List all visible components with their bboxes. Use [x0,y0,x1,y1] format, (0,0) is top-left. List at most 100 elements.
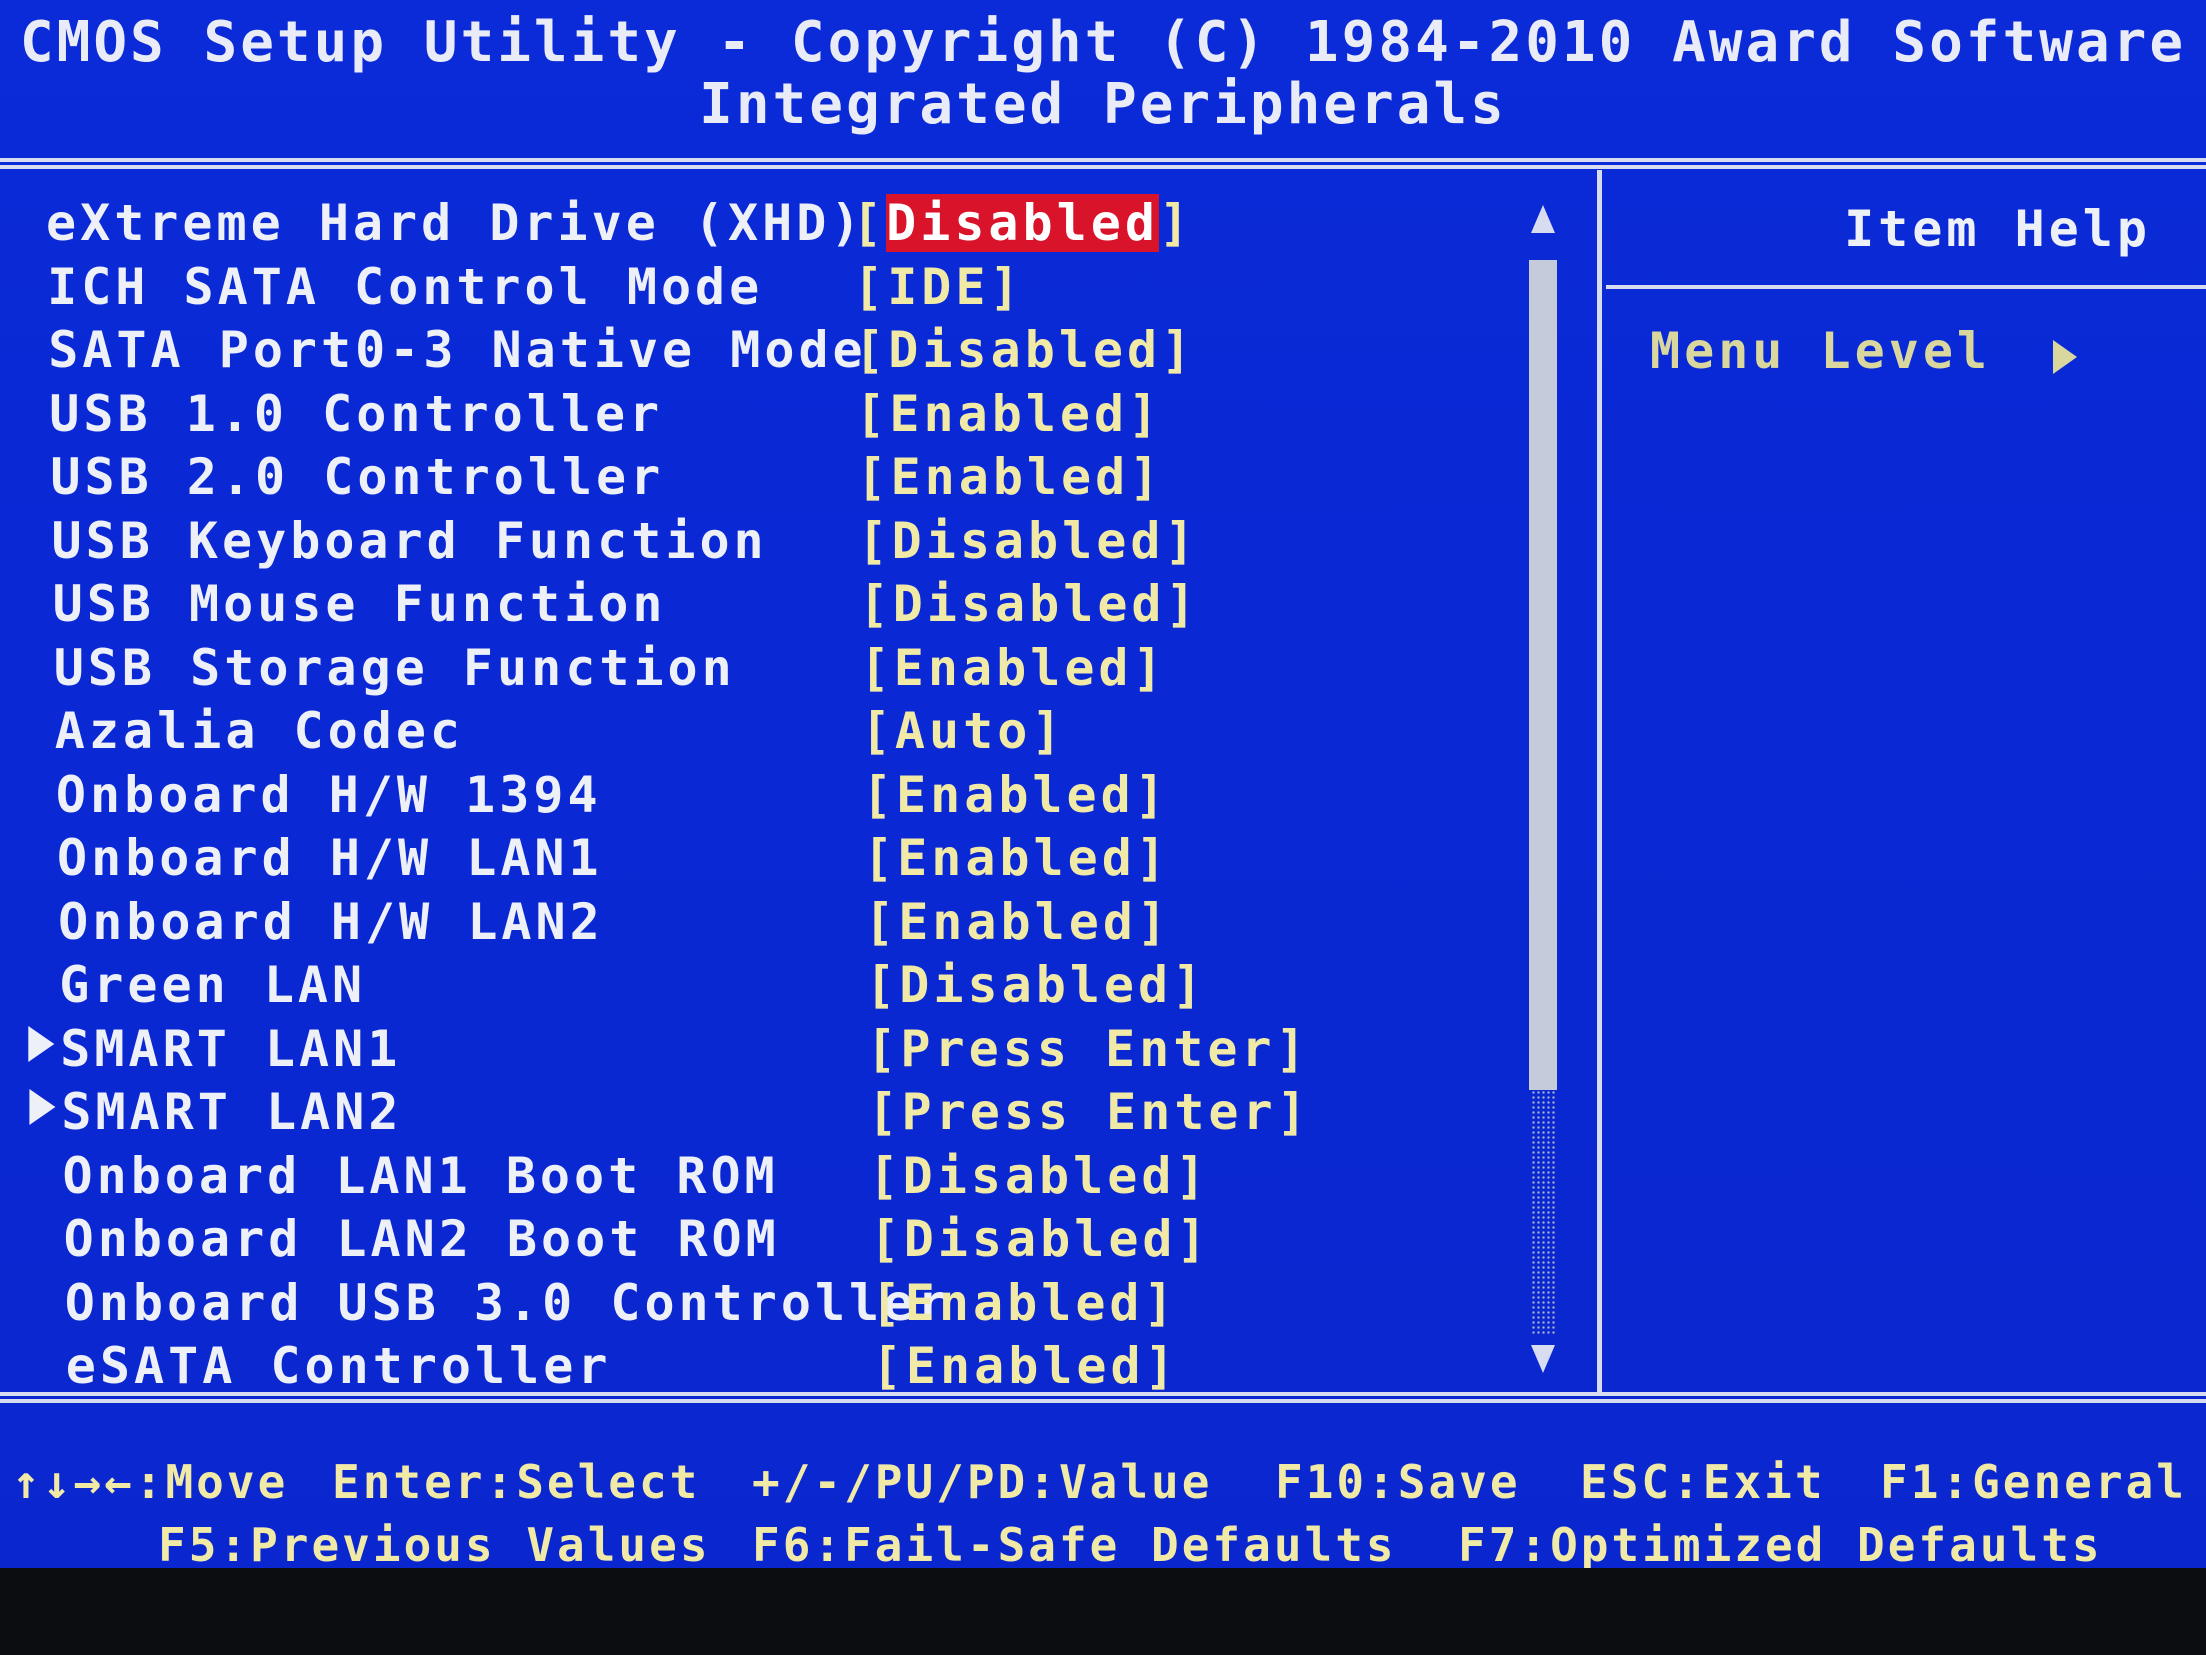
setting-label: USB 1.0 Controller [49,384,664,443]
setting-label: USB Storage Function [53,638,736,697]
setting-value[interactable]: [Enabled] [872,1337,1179,1395]
value-close-bracket: ] [1144,1337,1179,1395]
setting-value[interactable]: [Enabled] [864,893,1171,951]
setting-row[interactable]: Onboard LAN2 Boot ROM [Disabled] [18,1206,1578,1270]
setting-row[interactable]: Onboard USB 3.0 Controller [Enabled] [19,1270,1579,1334]
value-close-bracket: ] [1129,448,1164,506]
setting-value-text: Enabled [889,384,1129,443]
value-close-bracket: ] [1275,1019,1310,1078]
setting-value[interactable]: [Enabled] [856,448,1163,506]
setting-row[interactable]: USB 1.0 Controller [Enabled] [3,381,1563,445]
scroll-thumb[interactable] [1529,260,1557,1090]
setting-value[interactable]: [Enabled] [860,639,1167,697]
setting-value[interactable]: [Enabled] [863,829,1170,887]
setting-value[interactable]: [Disabled] [852,194,1193,252]
scroll-up-arrow-icon[interactable] [1531,205,1555,233]
setting-value[interactable]: [Press Enter] [867,1083,1310,1141]
submenu-arrow-icon [29,1089,56,1125]
key-action: Move [165,1455,289,1509]
setting-label: Onboard LAN2 Boot ROM [63,1210,780,1268]
setting-label: Onboard H/W LAN1 [57,829,603,887]
setting-row[interactable]: Onboard H/W LAN1 [Enabled] [11,825,1571,889]
setting-label: SATA Port0-3 Native Mode [48,321,867,379]
setting-label: Azalia Codec [54,702,465,760]
setting-row[interactable]: eSATA Controller [Enabled] [20,1333,1580,1397]
setting-row[interactable]: Green LAN [Disabled] [13,952,1573,1016]
key-hint: ESC:Exit [1580,1455,1826,1509]
setting-value-text: Press Enter [900,1019,1276,1078]
setting-row[interactable]: ICH SATA Control Mode [IDE] [1,254,1561,318]
setting-value-text: IDE [887,257,990,316]
setting-label: Onboard LAN1 Boot ROM [62,1146,779,1205]
right-triangle-icon [2053,340,2077,374]
setting-value-text: Enabled [897,829,1136,887]
scroll-track[interactable] [1531,1090,1555,1335]
setting-row[interactable]: Azalia Codec [Auto] [9,698,1569,762]
key-separator: : [1367,1455,1398,1509]
value-open-bracket: [ [861,765,897,824]
key-action: Fail-Safe Defaults [844,1518,1397,1568]
setting-label: SMART LAN1 [60,1019,402,1078]
key-hint: F7:Optimized Defaults [1458,1518,2103,1568]
key-action: Previous Values [250,1518,711,1568]
value-open-bracket: [ [854,321,889,379]
setting-value[interactable]: [Auto] [861,702,1066,760]
setting-value[interactable]: [Disabled] [858,512,1199,570]
setting-value[interactable]: [Disabled] [859,575,1200,633]
key-hint: ↑↓→←:Move [12,1455,288,1509]
setting-label: ICH SATA Control Mode [47,257,764,316]
value-open-bracket: [ [859,638,894,697]
setting-value-text: Enabled [904,1273,1144,1332]
menu-level-label: Menu Level [1650,322,1992,380]
value-close-bracket: ] [1172,956,1207,1014]
setting-label: USB 2.0 Controller [50,448,665,506]
setting-value[interactable]: [Disabled] [870,1210,1211,1268]
setting-value[interactable]: [Disabled] [865,956,1206,1014]
setting-row[interactable]: USB 2.0 Controller [Enabled] [4,444,1564,508]
value-close-bracket: ] [1158,194,1194,252]
scroll-down-arrow-icon[interactable] [1531,1345,1555,1373]
key-name: F7 [1458,1518,1520,1568]
setting-value[interactable]: [Enabled] [871,1274,1178,1332]
key-hint: Enter:Select [332,1455,700,1509]
setting-value[interactable]: [IDE] [853,258,1024,316]
settings-list: eXtreme Hard Drive (XHD) [Disabled] ICH SA… [0,190,1560,1397]
setting-row[interactable]: eXtreme Hard Drive (XHD) [Disabled] [0,190,1560,254]
setting-value-text: Press Enter [901,1083,1277,1141]
setting-row[interactable]: SATA Port0-3 Native Mode [Disabled] [2,317,1562,381]
value-open-bracket: [ [858,575,893,633]
key-name: +/-/PU/PD [752,1455,1029,1509]
setting-value[interactable]: [Disabled] [869,1147,1210,1205]
setting-value-text: Disabled [891,511,1165,570]
setting-row[interactable]: USB Keyboard Function [Disabled] [6,508,1566,572]
setting-value-text: Enabled [905,1337,1145,1395]
setting-label: USB Mouse Function [52,575,667,633]
setting-row[interactable]: Onboard H/W 1394 [Enabled] [10,762,1570,826]
setting-row[interactable]: Onboard H/W LAN2 [Enabled] [12,889,1572,953]
setting-row[interactable]: SMART LAN2 [Press Enter] [15,1079,1575,1143]
setting-value-text: Enabled [896,765,1135,824]
value-open-bracket: [ [866,1019,901,1078]
value-open-bracket: [ [867,1083,902,1141]
key-name: F6 [752,1518,814,1568]
scrollbar[interactable] [1527,205,1559,1380]
setting-row[interactable]: USB Mouse Function [Disabled] [7,571,1567,635]
setting-value-text: Enabled [890,448,1130,506]
setting-row[interactable]: SMART LAN1 [Press Enter] [14,1016,1574,1080]
value-open-bracket: [ [857,511,892,570]
setting-value[interactable]: [Enabled] [855,385,1162,443]
key-separator: : [1028,1455,1059,1509]
setting-value[interactable]: [Disabled] [854,321,1195,379]
top-divider [0,158,2206,169]
key-action: General [1972,1455,2187,1509]
setting-row[interactable]: Onboard LAN1 Boot ROM [Disabled] [17,1143,1577,1207]
key-action: Select [516,1455,701,1509]
setting-value[interactable]: [Press Enter] [866,1020,1309,1078]
setting-row[interactable]: USB Storage Function [Enabled] [8,635,1568,699]
setting-value[interactable]: [Enabled] [862,766,1169,824]
utility-title: CMOS Setup Utility - Copyright (C) 1984-… [19,10,2187,75]
setting-label: SMART LAN2 [61,1083,403,1141]
setting-value-text: Disabled [899,956,1173,1014]
value-close-bracket: ] [1161,321,1196,379]
setting-value-text: Auto [894,702,1032,760]
